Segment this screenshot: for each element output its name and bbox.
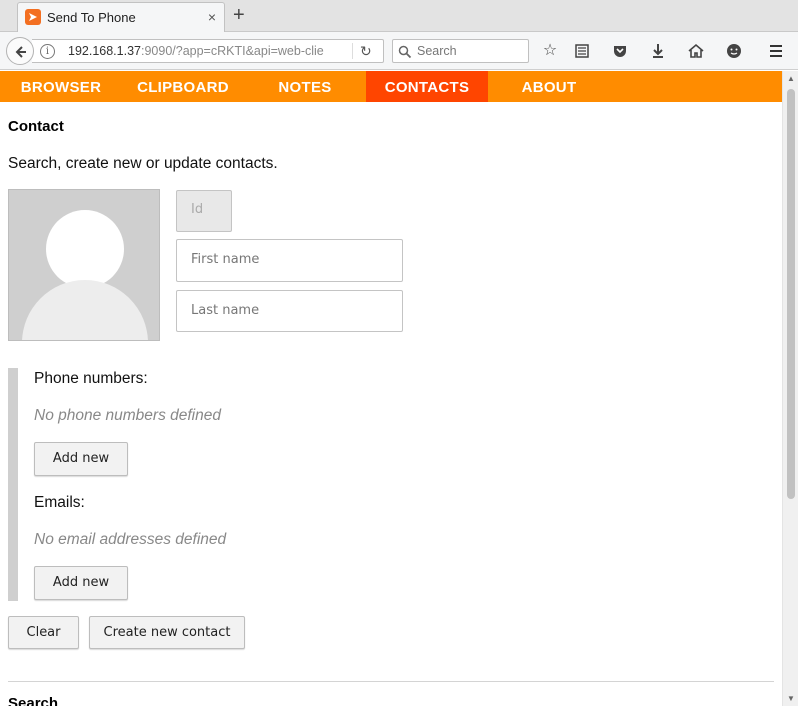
- create-contact-button[interactable]: Create new contact: [89, 616, 245, 649]
- clear-button[interactable]: Clear: [8, 616, 79, 649]
- reload-icon[interactable]: ↻: [360, 43, 372, 60]
- bookmark-star-icon[interactable]: ☆: [540, 41, 560, 61]
- search-placeholder: Search: [417, 44, 457, 58]
- page-scrollbar[interactable]: ▲ ▼: [782, 71, 798, 706]
- home-icon[interactable]: [686, 41, 706, 61]
- browser-tab-bar: Send To Phone × +: [0, 0, 798, 32]
- search-heading: Search: [8, 695, 59, 706]
- emoji-feedback-icon[interactable]: [724, 41, 744, 61]
- page-content: BROWSER CLIPBOARD NOTES CONTACTS ABOUT C…: [0, 71, 782, 706]
- contact-intro: Search, create new or update contacts.: [8, 155, 278, 172]
- browser-tab[interactable]: Send To Phone ×: [17, 2, 225, 32]
- phone-numbers-label: Phone numbers:: [34, 370, 148, 387]
- url-separator: [352, 43, 353, 59]
- menu-hamburger-icon[interactable]: [766, 41, 786, 61]
- nav-browser[interactable]: BROWSER: [0, 71, 122, 102]
- first-name-field[interactable]: First name: [176, 239, 403, 282]
- back-arrow-icon: [15, 46, 26, 58]
- search-bar[interactable]: Search: [392, 39, 529, 63]
- new-tab-button[interactable]: +: [233, 5, 245, 25]
- avatar-placeholder[interactable]: [8, 189, 160, 341]
- contact-details-section: Phone numbers: No phone numbers defined …: [8, 368, 226, 601]
- phone-numbers-empty: No phone numbers defined: [34, 407, 221, 424]
- section-bar: [8, 368, 18, 601]
- scroll-up-icon[interactable]: ▲: [787, 74, 795, 83]
- app-nav: BROWSER CLIPBOARD NOTES CONTACTS ABOUT: [0, 71, 782, 102]
- section-divider: [8, 681, 774, 682]
- url-bar[interactable]: i 192.168.1.37:9090/?app=cRKTI&api=web-c…: [32, 39, 384, 63]
- scroll-thumb[interactable]: [787, 89, 795, 499]
- nav-contacts[interactable]: CONTACTS: [366, 71, 488, 102]
- add-email-button[interactable]: Add new: [34, 566, 128, 600]
- site-info-icon[interactable]: i: [40, 44, 55, 59]
- reading-list-icon[interactable]: [572, 41, 592, 61]
- id-field[interactable]: Id: [176, 190, 232, 232]
- back-button[interactable]: [6, 37, 34, 65]
- pocket-icon[interactable]: [610, 41, 630, 61]
- nav-clipboard[interactable]: CLIPBOARD: [122, 71, 244, 102]
- send-to-phone-favicon-icon: [25, 9, 41, 25]
- nav-about[interactable]: ABOUT: [488, 71, 610, 102]
- last-name-field[interactable]: Last name: [176, 290, 403, 332]
- add-phone-button[interactable]: Add new: [34, 442, 128, 476]
- url-text[interactable]: 192.168.1.37:9090/?app=cRKTI&api=web-cli…: [68, 44, 324, 58]
- search-icon: [398, 45, 412, 59]
- tab-title: Send To Phone: [47, 10, 136, 25]
- browser-toolbar: i 192.168.1.37:9090/?app=cRKTI&api=web-c…: [0, 32, 798, 70]
- close-tab-icon[interactable]: ×: [208, 9, 216, 25]
- emails-empty: No email addresses defined: [34, 531, 227, 548]
- scroll-down-icon[interactable]: ▼: [787, 694, 795, 703]
- contact-heading: Contact: [8, 118, 64, 135]
- avatar-head-shape: [46, 210, 124, 288]
- emails-label: Emails:: [34, 494, 85, 511]
- nav-notes[interactable]: NOTES: [244, 71, 366, 102]
- download-icon[interactable]: [648, 41, 668, 61]
- avatar-body-shape: [22, 280, 148, 340]
